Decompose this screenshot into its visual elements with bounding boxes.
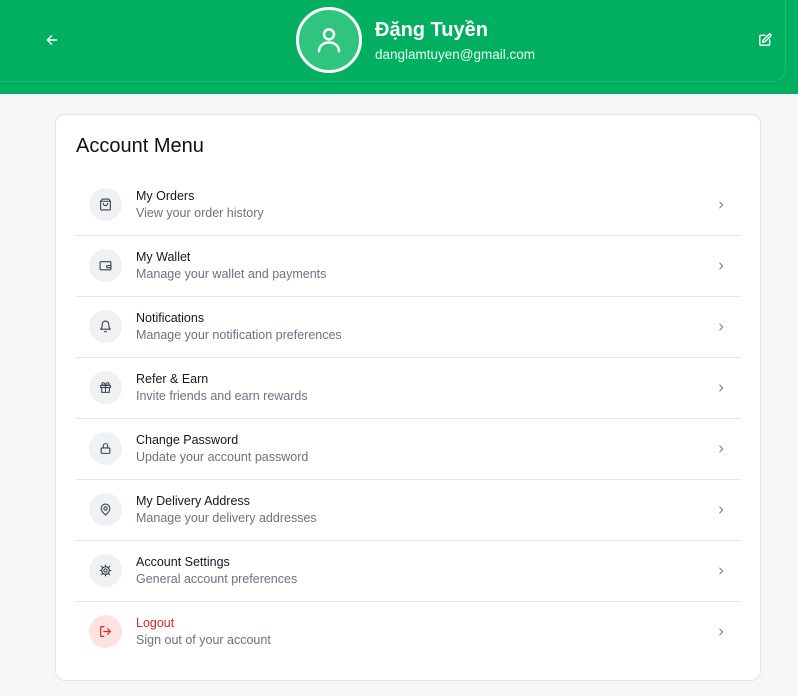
menu-item-subtitle: General account preferences	[136, 572, 298, 586]
menu-item-my-wallet[interactable]: My Wallet Manage your wallet and payment…	[76, 236, 741, 297]
user-icon	[317, 28, 341, 53]
menu-item-title: Logout	[136, 616, 175, 630]
wallet-icon	[99, 261, 112, 271]
user-email: danglamtuyen@gmail.com	[375, 47, 536, 62]
menu-item-icon-wrapper	[89, 615, 122, 648]
menu-item-refer-earn[interactable]: Refer & Earn Invite friends and earn rew…	[76, 358, 741, 419]
menu-item-subtitle: Manage your wallet and payments	[136, 267, 327, 281]
logout-icon	[100, 626, 111, 637]
edit-profile-button[interactable]	[753, 28, 777, 52]
avatar[interactable]	[296, 7, 362, 73]
menu-item-title: My Delivery Address	[136, 494, 250, 508]
account-menu-card: Account Menu My Orders View your order h…	[55, 114, 761, 681]
menu-item-subtitle: Invite friends and earn rewards	[136, 389, 308, 403]
menu-item-icon-wrapper	[89, 493, 122, 526]
menu-item-account-settings[interactable]: Account Settings General account prefere…	[76, 541, 741, 602]
gift-icon	[100, 382, 111, 393]
chevron-right-icon	[715, 503, 727, 517]
menu-item-icon-wrapper	[89, 371, 122, 404]
arrow-left-icon	[46, 35, 58, 45]
profile-header: Đặng Tuyền danglamtuyen@gmail.com	[0, 0, 798, 94]
chevron-right-icon	[715, 259, 727, 273]
menu-item-delivery-address[interactable]: My Delivery Address Manage your delivery…	[76, 480, 741, 541]
menu-item-my-orders[interactable]: My Orders View your order history	[76, 175, 741, 236]
menu-item-subtitle: Manage your notification preferences	[136, 328, 342, 342]
back-button[interactable]	[40, 28, 64, 52]
account-menu-list: My Orders View your order history My Wal…	[76, 175, 741, 663]
menu-item-title: My Wallet	[136, 250, 191, 264]
settings-icon	[99, 564, 112, 577]
shopping-bag-icon	[100, 198, 111, 211]
menu-item-logout[interactable]: Logout Sign out of your account	[76, 602, 741, 663]
chevron-right-icon	[715, 625, 727, 639]
chevron-right-icon	[715, 564, 727, 578]
edit-icon	[759, 33, 772, 46]
chevron-right-icon	[715, 320, 727, 334]
menu-item-title: Refer & Earn	[136, 372, 209, 386]
menu-item-title: Account Settings	[136, 555, 230, 569]
menu-item-title: Notifications	[136, 311, 205, 325]
menu-item-icon-wrapper	[89, 188, 122, 221]
menu-item-title: Change Password	[136, 433, 239, 447]
menu-item-title: My Orders	[136, 189, 195, 203]
user-name: Đặng Tuyền	[375, 19, 488, 41]
menu-item-subtitle: Manage your delivery addresses	[136, 511, 317, 525]
menu-item-change-password[interactable]: Change Password Update your account pass…	[76, 419, 741, 480]
menu-item-icon-wrapper	[89, 432, 122, 465]
menu-item-subtitle: View your order history	[136, 206, 264, 220]
menu-item-notifications[interactable]: Notifications Manage your notification p…	[76, 297, 741, 358]
card-title: Account Menu	[76, 135, 204, 157]
lock-icon	[100, 443, 111, 454]
chevron-right-icon	[715, 198, 727, 212]
chevron-right-icon	[715, 381, 727, 395]
menu-item-icon-wrapper	[89, 554, 122, 587]
bell-icon	[100, 320, 111, 333]
menu-item-subtitle: Update your account password	[136, 450, 309, 464]
chevron-right-icon	[715, 442, 727, 456]
map-pin-icon	[100, 503, 111, 516]
menu-item-icon-wrapper	[89, 310, 122, 343]
menu-item-icon-wrapper	[89, 249, 122, 282]
menu-item-subtitle: Sign out of your account	[136, 633, 271, 647]
